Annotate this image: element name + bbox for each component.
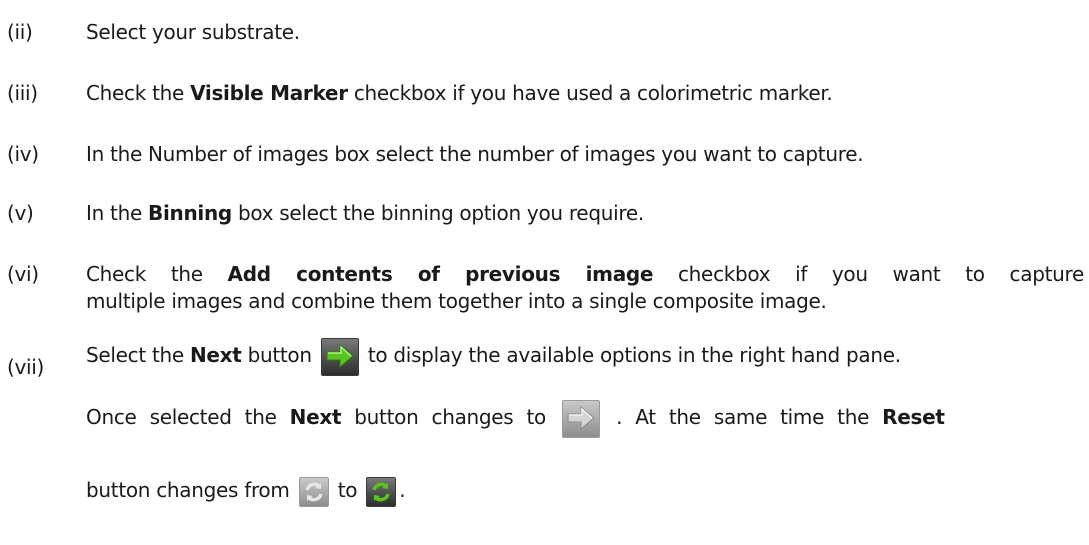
step-text-line-2: multiple images and combine them togethe…: [86, 289, 827, 313]
grey-right-arrow-icon: [562, 399, 601, 438]
step-text: In the Number of images box select the n…: [86, 142, 864, 166]
green-right-arrow-icon: [320, 337, 359, 376]
ui-term-reset: Reset: [882, 405, 945, 429]
step-text: Select your substrate.: [86, 20, 300, 44]
step-number: (vi): [7, 262, 39, 286]
step-text: Check the Visible Marker checkbox if you…: [86, 81, 833, 105]
ui-term-add-contents: Add contents of previous image: [227, 262, 654, 286]
step-number: (iii): [7, 81, 38, 105]
ui-term-next: Next: [289, 405, 342, 429]
step-number: (vii): [7, 355, 45, 379]
ui-term-binning: Binning: [148, 201, 232, 225]
step-text: Check the Add contents of previous image…: [86, 261, 1084, 315]
step-number: (v): [7, 201, 34, 225]
step-text: In the Binning box select the binning op…: [86, 201, 644, 225]
step-vii-line-1: Select the Next button to display the av…: [86, 335, 1084, 376]
step-number: (iv): [7, 142, 39, 166]
step-text-line-1: Check the Add contents of previous image…: [86, 262, 1084, 286]
step-vii-line-3: button changes from to .: [86, 470, 1084, 510]
ui-term-visible-marker: Visible Marker: [190, 81, 348, 105]
step-vii-line-2: Once selected the Next button changes to…: [86, 397, 1084, 438]
step-number: (ii): [7, 20, 33, 44]
green-refresh-icon: [366, 476, 397, 507]
grey-refresh-icon: [298, 476, 329, 507]
ui-term-next: Next: [189, 343, 242, 367]
